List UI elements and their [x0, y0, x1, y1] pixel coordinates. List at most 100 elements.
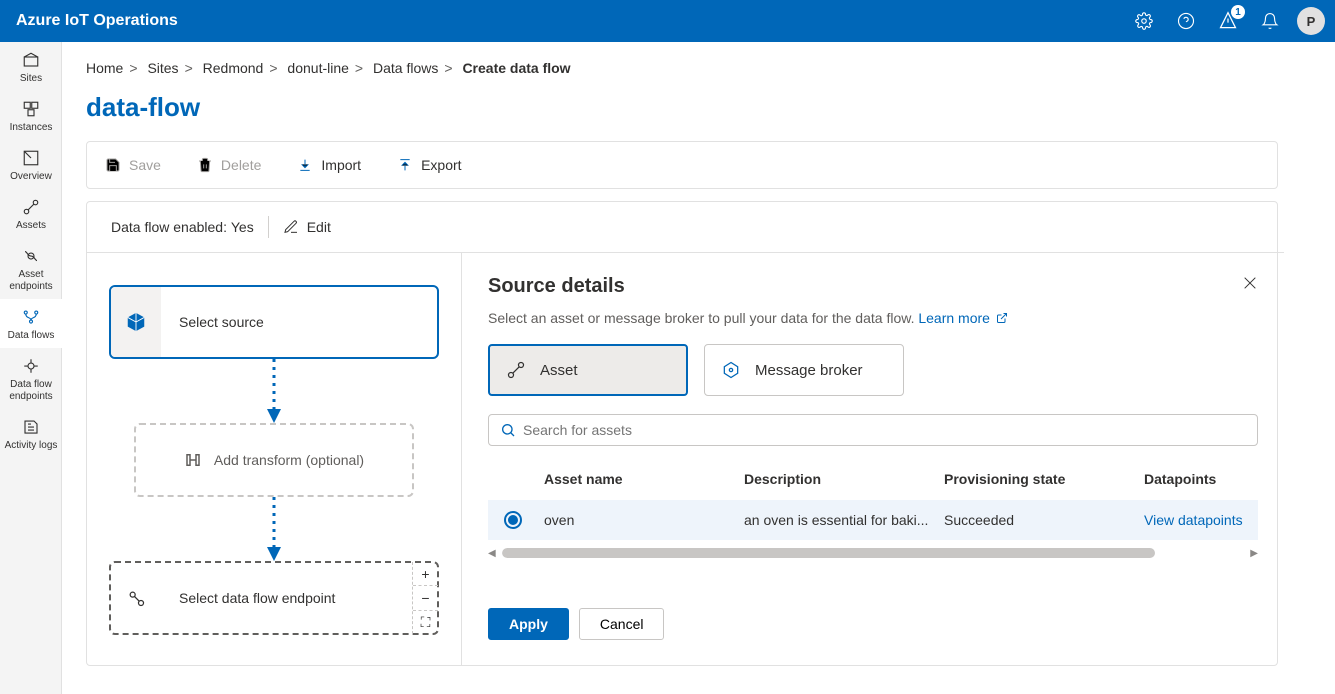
crumb-redmond[interactable]: Redmond [203, 60, 264, 76]
edit-label: Edit [307, 219, 331, 235]
crumb-sep: > [444, 60, 452, 76]
scroll-right-icon[interactable]: ▶ [1250, 548, 1258, 559]
learn-more-link[interactable]: Learn more [918, 310, 1007, 326]
crumb-data-flows[interactable]: Data flows [373, 60, 438, 76]
close-button[interactable] [1242, 275, 1258, 294]
cube-icon [125, 311, 147, 333]
option-message-broker[interactable]: Message broker [704, 344, 904, 396]
crumb-donut-line[interactable]: donut-line [287, 60, 349, 76]
nav-data-flows[interactable]: Data flows [0, 299, 62, 348]
status-banner: Data flow enabled: Yes Edit [87, 202, 1277, 252]
scroll-left-icon[interactable]: ◀ [488, 548, 496, 559]
enabled-value: Yes [231, 219, 254, 235]
external-link-icon [996, 312, 1008, 324]
crumb-current: Create data flow [462, 60, 570, 76]
enabled-label: Data flow enabled: [111, 219, 227, 235]
endpoint-icon [126, 588, 146, 608]
option-asset-label: Asset [540, 362, 578, 379]
zoom-controls: + − ⛶ [412, 562, 438, 634]
delete-label: Delete [221, 157, 261, 173]
select-endpoint-label: Select data flow endpoint [161, 590, 353, 606]
nav-sites[interactable]: Sites [0, 42, 62, 91]
source-type-options: Asset Message broker [488, 344, 1258, 396]
user-avatar[interactable]: P [1297, 7, 1325, 35]
instances-icon [22, 100, 40, 118]
nav-label: Data flow endpoints [2, 379, 60, 403]
option-broker-label: Message broker [755, 362, 863, 379]
asset-option-icon [506, 360, 526, 380]
col-description: Description [738, 471, 938, 487]
transform-icon [184, 451, 202, 469]
crumb-sep: > [129, 60, 137, 76]
table-row[interactable]: oven an oven is essential for baki... Su… [488, 500, 1258, 540]
import-button[interactable]: Import [297, 157, 361, 173]
divider [268, 216, 269, 238]
details-footer: Apply Cancel [488, 608, 1258, 640]
breadcrumb: Home > Sites > Redmond > donut-line > Data f… [86, 60, 1278, 76]
details-title: Source details [488, 275, 1258, 298]
activity-logs-icon [22, 418, 40, 436]
row-radio[interactable] [504, 511, 522, 529]
select-endpoint-node[interactable]: Select data flow endpoint + − ⛶ [109, 561, 439, 635]
cancel-button[interactable]: Cancel [579, 608, 665, 640]
nav-label: Instances [10, 122, 53, 134]
add-transform-node[interactable]: Add transform (optional) [134, 423, 414, 497]
data-flow-endpoints-icon [22, 357, 40, 375]
nav-label: Activity logs [5, 440, 58, 452]
export-label: Export [421, 157, 461, 173]
nav-overview[interactable]: Overview [0, 140, 62, 189]
settings-button[interactable] [1123, 0, 1165, 42]
cell-provisioning: Succeeded [938, 512, 1138, 528]
crumb-sites[interactable]: Sites [147, 60, 178, 76]
details-subtitle: Select an asset or message broker to pul… [488, 310, 1258, 326]
nav-label: Asset endpoints [2, 269, 60, 293]
delete-button: Delete [197, 157, 261, 173]
data-flow-card: Data flow enabled: Yes Edit Select sourc… [86, 201, 1278, 666]
assets-table: Asset name Description Provisioning stat… [488, 458, 1258, 540]
download-icon [297, 157, 313, 173]
nav-instances[interactable]: Instances [0, 91, 62, 140]
help-button[interactable] [1165, 0, 1207, 42]
nav-label: Overview [10, 171, 52, 183]
alert-badge: 1 [1231, 5, 1245, 19]
apply-button[interactable]: Apply [488, 608, 569, 640]
crumb-home[interactable]: Home [86, 60, 123, 76]
nav-assets[interactable]: Assets [0, 189, 62, 238]
nav-label: Assets [16, 220, 46, 232]
upload-icon [397, 157, 413, 173]
notifications-button[interactable] [1249, 0, 1291, 42]
top-actions: 1 P [1123, 0, 1335, 42]
select-source-node[interactable]: Select source [109, 285, 439, 359]
flow-diagram: Select source Add transform (optional) S… [87, 252, 462, 665]
top-bar: Azure IoT Operations 1 P [0, 0, 1335, 42]
edit-button[interactable]: Edit [283, 219, 331, 235]
cell-asset-name: oven [538, 512, 738, 528]
nav-activity-logs[interactable]: Activity logs [0, 409, 62, 458]
nav-asset-endpoints[interactable]: Asset endpoints [0, 238, 62, 299]
import-label: Import [321, 157, 361, 173]
crumb-sep: > [185, 60, 193, 76]
view-datapoints-link[interactable]: View datapoints [1138, 512, 1258, 528]
nav-label: Data flows [8, 330, 55, 342]
search-input[interactable] [488, 414, 1258, 446]
add-transform-label: Add transform (optional) [214, 452, 364, 468]
option-asset[interactable]: Asset [488, 344, 688, 396]
data-flows-icon [22, 308, 40, 326]
horizontal-scroll[interactable]: ◀ ▶ [488, 548, 1258, 558]
nav-data-flow-endpoints[interactable]: Data flow endpoints [0, 348, 62, 409]
assets-icon [22, 198, 40, 216]
asset-search [488, 414, 1258, 446]
col-provisioning: Provisioning state [938, 471, 1138, 487]
asset-endpoints-icon [22, 247, 40, 265]
crumb-sep: > [269, 60, 277, 76]
action-toolbar: Save Delete Import Export [86, 141, 1278, 189]
pencil-icon [283, 219, 299, 235]
export-button[interactable]: Export [397, 157, 461, 173]
zoom-in-button[interactable]: + [413, 562, 438, 585]
zoom-out-button[interactable]: − [413, 585, 438, 609]
save-icon [105, 157, 121, 173]
crumb-sep: > [355, 60, 363, 76]
zoom-fit-button[interactable]: ⛶ [413, 610, 438, 634]
page-title: data-flow [86, 92, 1278, 123]
alerts-button[interactable]: 1 [1207, 0, 1249, 42]
